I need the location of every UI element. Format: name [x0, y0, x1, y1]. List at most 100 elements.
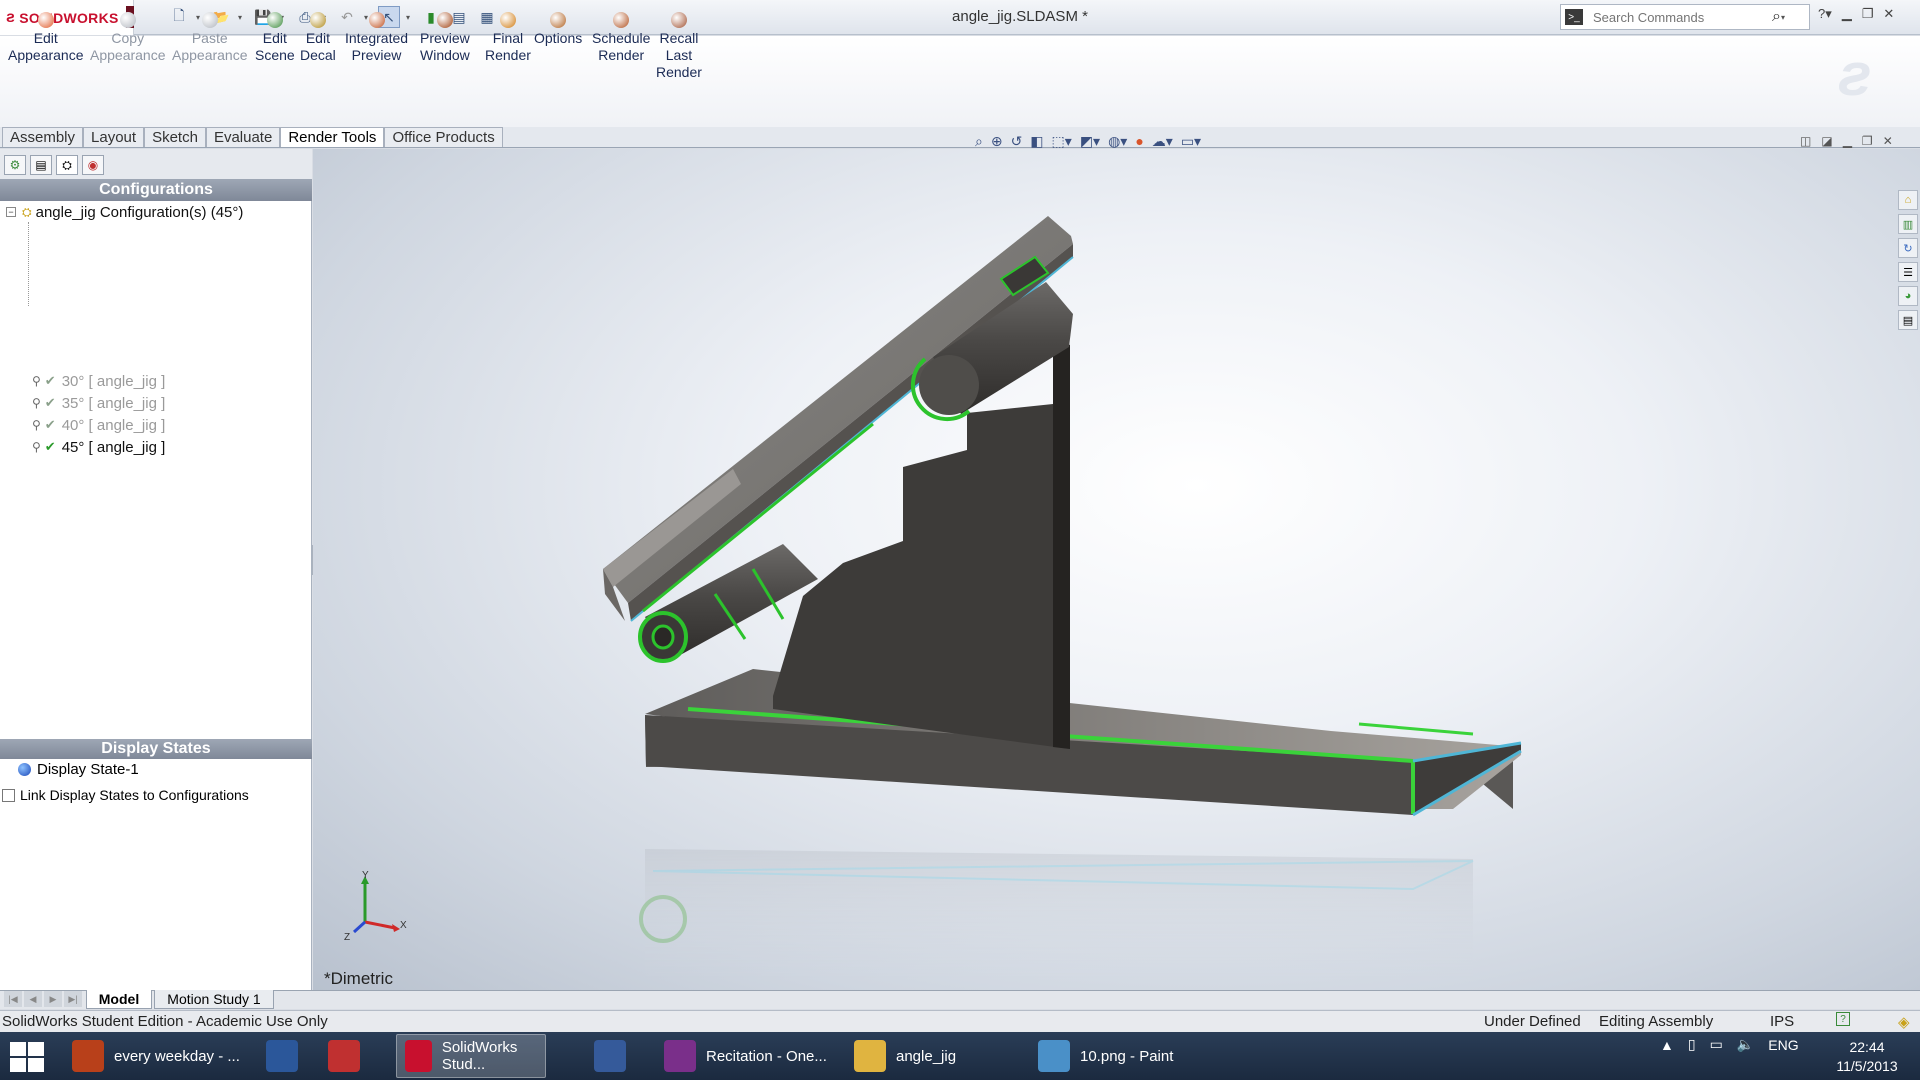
taskbar-word[interactable] [258, 1034, 312, 1078]
paste-appearance-button[interactable]: Paste Appearance [172, 12, 248, 64]
tab-assembly[interactable]: Assembly [2, 127, 84, 147]
recall-last-render-button[interactable]: Recall Last Render [656, 12, 702, 81]
minimize-icon[interactable]: ▁ [1842, 6, 1852, 22]
taskbar-paint[interactable]: 10.png - Paint [1030, 1034, 1214, 1078]
last-tab-icon[interactable]: ▶| [64, 991, 82, 1007]
viewport-split-icon[interactable]: ◫ [1800, 134, 1811, 148]
word-icon [266, 1040, 298, 1072]
search-icon[interactable]: ⌕ [1772, 8, 1781, 26]
prev-tab-icon[interactable]: ◀ [24, 991, 42, 1007]
section-view-icon[interactable]: ◧ [1030, 133, 1043, 150]
language-indicator[interactable]: ENG [1768, 1037, 1798, 1053]
close-icon[interactable]: ✕ [1883, 6, 1894, 22]
configuration-manager-tab-icon[interactable]: ⛭ [56, 155, 78, 175]
status-mode[interactable]: Editing Assembly [1599, 1013, 1713, 1030]
final-render-button[interactable]: Final Render [485, 12, 531, 64]
clock[interactable]: 22:44 11/5/2013 [1822, 1038, 1912, 1076]
ribbon-label: Edit [262, 30, 287, 46]
edit-appearance-button[interactable]: Edit Appearance [8, 12, 84, 64]
reference-triad: Y X Z [344, 870, 407, 940]
view-settings-icon[interactable]: ▭▾ [1181, 133, 1201, 150]
config-item[interactable]: ⚲ ✔ 40° [ angle_jig ] [32, 415, 165, 435]
manager-tabs: ⚙ ▤ ⛭ ◉ [0, 149, 312, 179]
viewport-minimize-icon[interactable]: ▁ [1843, 134, 1852, 148]
view-palette-icon[interactable]: ☰ [1898, 262, 1918, 282]
config-item-label: 40° [ angle_jig ] [61, 416, 166, 434]
next-tab-icon[interactable]: ▶ [44, 991, 62, 1007]
preview-window-button[interactable]: Preview Window [420, 12, 470, 64]
tab-render-tools[interactable]: Render Tools [280, 127, 385, 147]
config-item[interactable]: ⚲ ✔ 45° [ angle_jig ] [32, 437, 165, 457]
network-icon[interactable]: ▭ [1710, 1036, 1723, 1053]
tag-icon[interactable]: ◈ [1898, 1013, 1910, 1031]
schedule-render-button[interactable]: Schedule Render [592, 12, 650, 64]
ribbon-label: Recall [659, 30, 699, 46]
config-item[interactable]: ⚲ ✔ 30° [ angle_jig ] [32, 371, 165, 391]
volume-icon[interactable]: 🔈 [1737, 1036, 1754, 1053]
link-checkbox[interactable] [2, 788, 15, 802]
taskbar-firefox[interactable]: every weekday - ... [64, 1034, 244, 1078]
taskbar-star-app[interactable] [320, 1034, 374, 1078]
first-tab-icon[interactable]: |◀ [4, 991, 22, 1007]
status-units[interactable]: IPS [1770, 1013, 1794, 1030]
model-tab[interactable]: Model [86, 990, 152, 1009]
ds-watermark: ƨ [1838, 41, 1872, 108]
integrated-preview-button[interactable]: Integrated Preview [345, 12, 408, 64]
tab-office-products[interactable]: Office Products [384, 127, 503, 147]
appearances-icon[interactable]: ◕ [1898, 286, 1918, 306]
view-orientation-icon[interactable]: ⬚▾ [1052, 133, 1072, 150]
configurations-header: Configurations [0, 179, 312, 201]
design-library-icon[interactable]: ▥ [1898, 214, 1918, 234]
tab-sketch[interactable]: Sketch [144, 127, 206, 147]
apply-scene-icon[interactable]: ☁▾ [1152, 133, 1173, 150]
file-explorer-icon[interactable]: ↻ [1898, 238, 1918, 258]
display-manager-tab-icon[interactable]: ◉ [82, 155, 104, 175]
resources-icon[interactable]: ⌂ [1898, 190, 1918, 210]
edit-appearance-icon[interactable]: ● [1135, 133, 1143, 150]
task-pane-tabs: ⌂ ▥ ↻ ☰ ◕ ▤ [1898, 190, 1918, 330]
previous-view-icon[interactable]: ↺ [1011, 133, 1023, 150]
preview-window-icon [436, 12, 453, 28]
edit-decal-button[interactable]: Edit Decal [300, 12, 336, 64]
custom-properties-icon[interactable]: ▤ [1898, 310, 1918, 330]
edit-scene-button[interactable]: Edit Scene [255, 12, 295, 64]
viewport-tile-icon[interactable]: ◪ [1821, 134, 1832, 148]
tray-device-icon[interactable]: ▯ [1688, 1036, 1696, 1053]
floor-reflection [639, 849, 1474, 979]
display-state-item[interactable]: Display State-1 [18, 761, 139, 778]
viewport-close-icon[interactable]: ✕ [1883, 134, 1893, 148]
config-item[interactable]: ⚲ ✔ 35° [ angle_jig ] [32, 393, 165, 413]
restore-icon[interactable]: ❐ [1862, 6, 1874, 22]
search-input[interactable] [1593, 9, 1768, 25]
display-style-icon[interactable]: ◩▾ [1080, 133, 1100, 150]
zoom-to-fit-icon[interactable]: ⌕ [975, 133, 983, 150]
tab-evaluate[interactable]: Evaluate [205, 127, 281, 147]
search-dropdown-icon[interactable]: ▾ [1781, 13, 1789, 22]
copy-appearance-button[interactable]: Copy Appearance [90, 12, 166, 64]
property-manager-tab-icon[interactable]: ▤ [30, 155, 52, 175]
tab-layout[interactable]: Layout [83, 127, 145, 147]
taskbar-folder[interactable]: angle_jig [846, 1034, 1022, 1078]
help-icon[interactable]: ?▾ [1818, 6, 1832, 22]
graphics-area[interactable] [313, 149, 1920, 990]
collapse-icon[interactable]: − [6, 207, 16, 217]
link-display-states[interactable]: Link Display States to Configurations [2, 787, 249, 803]
tray-expand-icon[interactable]: ▲ [1660, 1037, 1674, 1053]
start-button-icon[interactable] [10, 1042, 44, 1072]
triad-x-label: X [400, 920, 407, 931]
tab-nav: |◀ ◀ ▶ ▶| [0, 991, 82, 1007]
hide-show-icon[interactable]: ◍▾ [1108, 133, 1127, 150]
taskbar-ds[interactable] [586, 1034, 640, 1078]
ribbon-label: Render [656, 64, 702, 80]
ribbon-label: Window [420, 47, 470, 63]
motion-study-tab[interactable]: Motion Study 1 [154, 990, 274, 1009]
config-root[interactable]: − ⛭ angle_jig Configuration(s) (45°) [6, 202, 243, 222]
taskbar-solidworks[interactable]: SolidWorks Stud... [396, 1034, 546, 1078]
feature-manager-tab-icon[interactable]: ⚙ [4, 155, 26, 175]
zoom-to-area-icon[interactable]: ⊕ [991, 133, 1003, 150]
help-status-icon[interactable]: ? [1836, 1012, 1850, 1026]
search-commands[interactable]: >_ ⌕ ▾ [1560, 4, 1810, 30]
options-button[interactable]: Options [534, 12, 582, 47]
taskbar-onenote[interactable]: Recitation - One... [656, 1034, 832, 1078]
viewport-restore-icon[interactable]: ❐ [1862, 134, 1873, 148]
